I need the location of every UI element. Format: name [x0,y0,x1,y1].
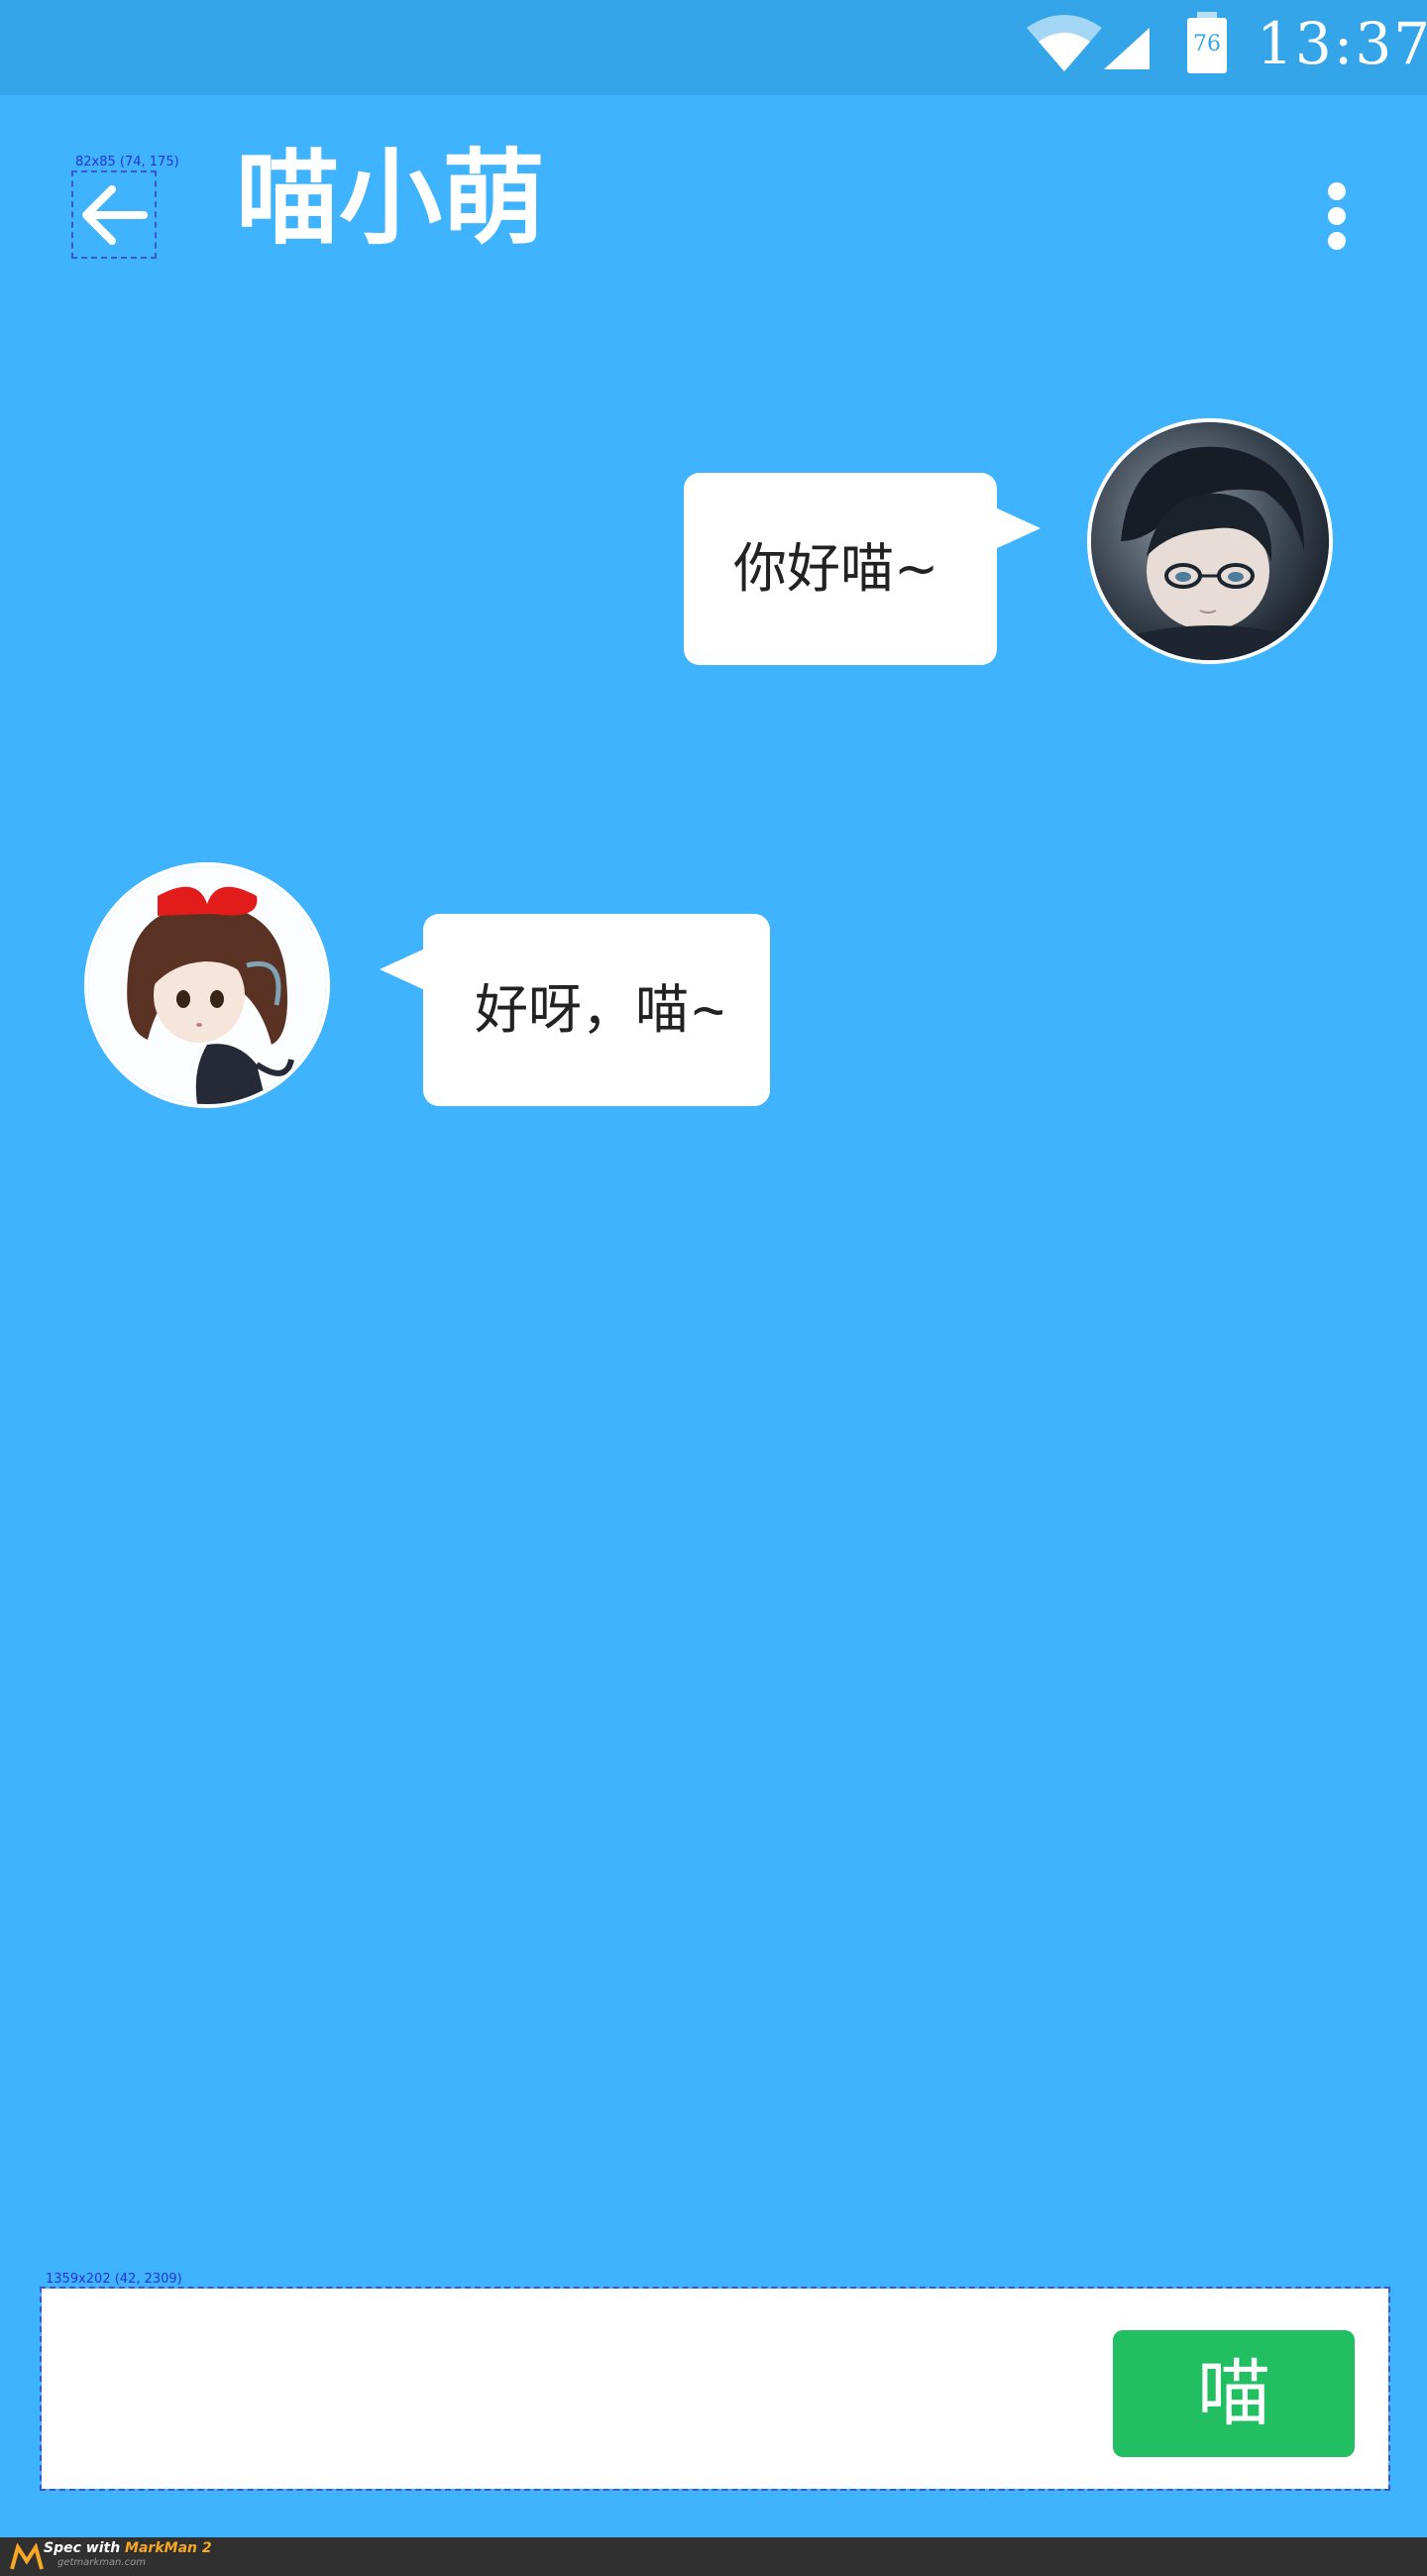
page-title: 喵小萌 [236,138,546,259]
battery-icon: 76 [1187,12,1227,73]
message-bubble-incoming[interactable]: 好呀，喵~ [380,914,770,1106]
message-bubble-outgoing[interactable]: 你好喵~ [684,473,1041,665]
footer-brand: MarkMan 2 [125,2540,212,2556]
footer-url: getmarkman.com [57,2557,146,2568]
more-options-button[interactable] [1318,168,1358,264]
spec-label-back: 82x85 (74, 175) [75,155,179,169]
markman-footer: Spec with MarkMan 2 getmarkman.com [0,2537,1427,2576]
user-avatar[interactable] [1087,418,1333,664]
more-vertical-icon [1328,182,1346,200]
status-time: 13:37 [1257,10,1427,77]
spec-guide-back [71,170,157,259]
message-text: 好呀，喵~ [475,983,722,1037]
message-input[interactable] [61,2318,1096,2459]
wifi-icon [1027,15,1102,71]
spec-label-input: 1359x202 (42, 2309) [46,2272,182,2287]
cellular-signal-icon [1104,28,1150,69]
battery-level: 76 [1193,32,1221,56]
girl-with-red-bow-avatar [88,866,326,1104]
message-text: 你好喵~ [733,542,939,596]
footer-prefix: Spec with [44,2540,126,2556]
contact-avatar[interactable] [84,862,330,1108]
footer-text: Spec with MarkMan 2 [44,2540,212,2556]
markman-logo-icon [10,2543,44,2570]
message-input-bar: 喵 [40,2287,1390,2491]
status-bar: 76 13:37 [0,0,1427,95]
boy-with-glasses-avatar [1091,422,1329,660]
send-button[interactable]: 喵 [1113,2330,1355,2457]
